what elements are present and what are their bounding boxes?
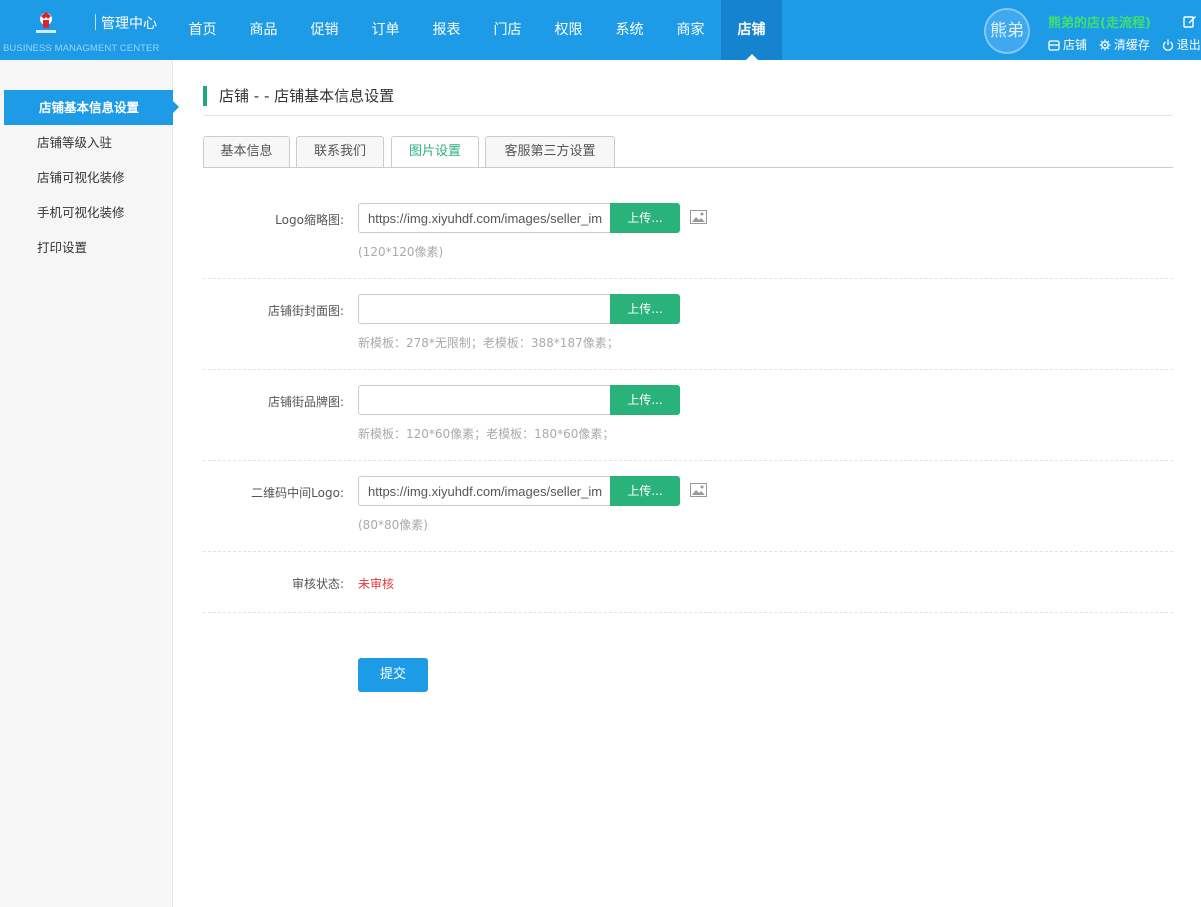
brand-logo-icon — [36, 12, 56, 33]
form-row-audit-status: 审核状态: 未审核 — [203, 552, 1173, 613]
sidebar: 店铺基本信息设置 店铺等级入驻 店铺可视化装修 手机可视化装修 打印设置 — [0, 60, 179, 907]
logo-area[interactable]: 管理中心 BUSINESS MANAGMENT CENTER — [0, 0, 172, 60]
brand-upload-button[interactable]: 上传... — [610, 385, 680, 415]
form-row-cover: 店铺街封面图: 上传... 新模板：278*无限制；老模板：388*187像素； — [203, 279, 1173, 370]
user-area: 熊弟 熊弟的店(走流程) 店铺 清缓存 退出 — [984, 0, 1201, 60]
logo-label: Logo缩略图: — [275, 213, 344, 227]
qr-logo-hint: (80*80像素) — [358, 518, 428, 532]
qr-logo-url-input[interactable] — [358, 476, 611, 506]
form-row-logo: Logo缩略图: 上传... (120*120像素) — [203, 188, 1173, 279]
tab-image-settings[interactable]: 图片设置 — [391, 136, 479, 168]
main-nav: 首页 商品 促销 订单 报表 门店 权限 系统 商家 店铺 — [172, 0, 782, 60]
shop-name[interactable]: 熊弟的店(走流程) — [1048, 12, 1151, 31]
logo-title: 管理中心 — [101, 16, 157, 32]
clear-cache-label: 清缓存 — [1113, 38, 1150, 52]
nav-item-orders[interactable]: 订单 — [355, 0, 416, 60]
shop-link-label: 店铺 — [1063, 38, 1088, 52]
nav-item-stores[interactable]: 门店 — [477, 0, 538, 60]
tab-basic-info[interactable]: 基本信息 — [203, 136, 290, 168]
nav-item-permissions[interactable]: 权限 — [538, 0, 599, 60]
sidebar-item-print-settings[interactable]: 打印设置 — [0, 230, 173, 265]
cover-hint: 新模板：278*无限制；老模板：388*187像素； — [358, 336, 619, 350]
page-title: 店铺 - - 店铺基本信息设置 — [203, 86, 394, 106]
sidebar-item-level-entry[interactable]: 店铺等级入驻 — [0, 125, 173, 160]
logo-upload-button[interactable]: 上传... — [610, 203, 680, 233]
logo-url-input[interactable] — [358, 203, 611, 233]
audit-status-value: 未审核 — [358, 577, 395, 591]
brand-hint: 新模板：120*60像素；老模板：180*60像素； — [358, 427, 615, 441]
cover-url-input[interactable] — [358, 294, 611, 324]
brand-url-input[interactable] — [358, 385, 611, 415]
nav-item-shop[interactable]: 店铺 — [721, 0, 782, 60]
qr-logo-label: 二维码中间Logo: — [251, 486, 344, 500]
power-icon — [1162, 39, 1173, 51]
clear-cache-link[interactable]: 清缓存 — [1099, 36, 1150, 53]
main-content: 店铺 - - 店铺基本信息设置 基本信息 联系我们 图片设置 客服第三方设置 L… — [173, 60, 1201, 907]
cover-label: 店铺街封面图: — [267, 304, 344, 318]
nav-item-merchant[interactable]: 商家 — [660, 0, 721, 60]
audit-status-label: 审核状态: — [291, 577, 344, 591]
tabs-divider — [203, 167, 1173, 168]
nav-item-promotion[interactable]: 促销 — [294, 0, 355, 60]
title-divider — [203, 115, 1173, 116]
top-navbar: 管理中心 BUSINESS MANAGMENT CENTER 首页 商品 促销 … — [0, 0, 1201, 60]
edit-icon[interactable] — [1183, 14, 1197, 28]
image-preview-icon[interactable] — [690, 210, 707, 224]
nav-item-home[interactable]: 首页 — [172, 0, 233, 60]
logout-label: 退出 — [1176, 38, 1201, 52]
logo-hint: (120*120像素) — [358, 245, 444, 259]
sidebar-item-mobile-decoration[interactable]: 手机可视化装修 — [0, 195, 173, 230]
logout-link[interactable]: 退出 — [1162, 36, 1201, 53]
form-row-brand: 店铺街品牌图: 上传... 新模板：120*60像素；老模板：180*60像素； — [203, 370, 1173, 461]
nav-item-goods[interactable]: 商品 — [233, 0, 294, 60]
gear-icon — [1099, 39, 1111, 51]
form-row-qr-logo: 二维码中间Logo: 上传... (80*80像素) — [203, 461, 1173, 552]
user-links: 店铺 清缓存 退出 — [1048, 36, 1201, 53]
logo-divider — [95, 14, 96, 30]
tab-contact-us[interactable]: 联系我们 — [296, 136, 384, 168]
shop-icon — [1048, 40, 1060, 51]
image-preview-icon[interactable] — [690, 483, 707, 497]
nav-item-system[interactable]: 系统 — [599, 0, 660, 60]
sidebar-item-basic-info[interactable]: 店铺基本信息设置 — [4, 90, 179, 125]
brand-label: 店铺街品牌图: — [267, 395, 344, 409]
logo-subtitle: BUSINESS MANAGMENT CENTER — [3, 43, 160, 54]
avatar[interactable]: 熊弟 — [984, 8, 1030, 54]
nav-item-reports[interactable]: 报表 — [416, 0, 477, 60]
submit-button[interactable]: 提交 — [358, 658, 428, 692]
cover-upload-button[interactable]: 上传... — [610, 294, 680, 324]
qr-logo-upload-button[interactable]: 上传... — [610, 476, 680, 506]
sidebar-item-visual-decoration[interactable]: 店铺可视化装修 — [0, 160, 173, 195]
shop-link[interactable]: 店铺 — [1048, 36, 1087, 53]
tab-customer-service[interactable]: 客服第三方设置 — [485, 136, 615, 168]
